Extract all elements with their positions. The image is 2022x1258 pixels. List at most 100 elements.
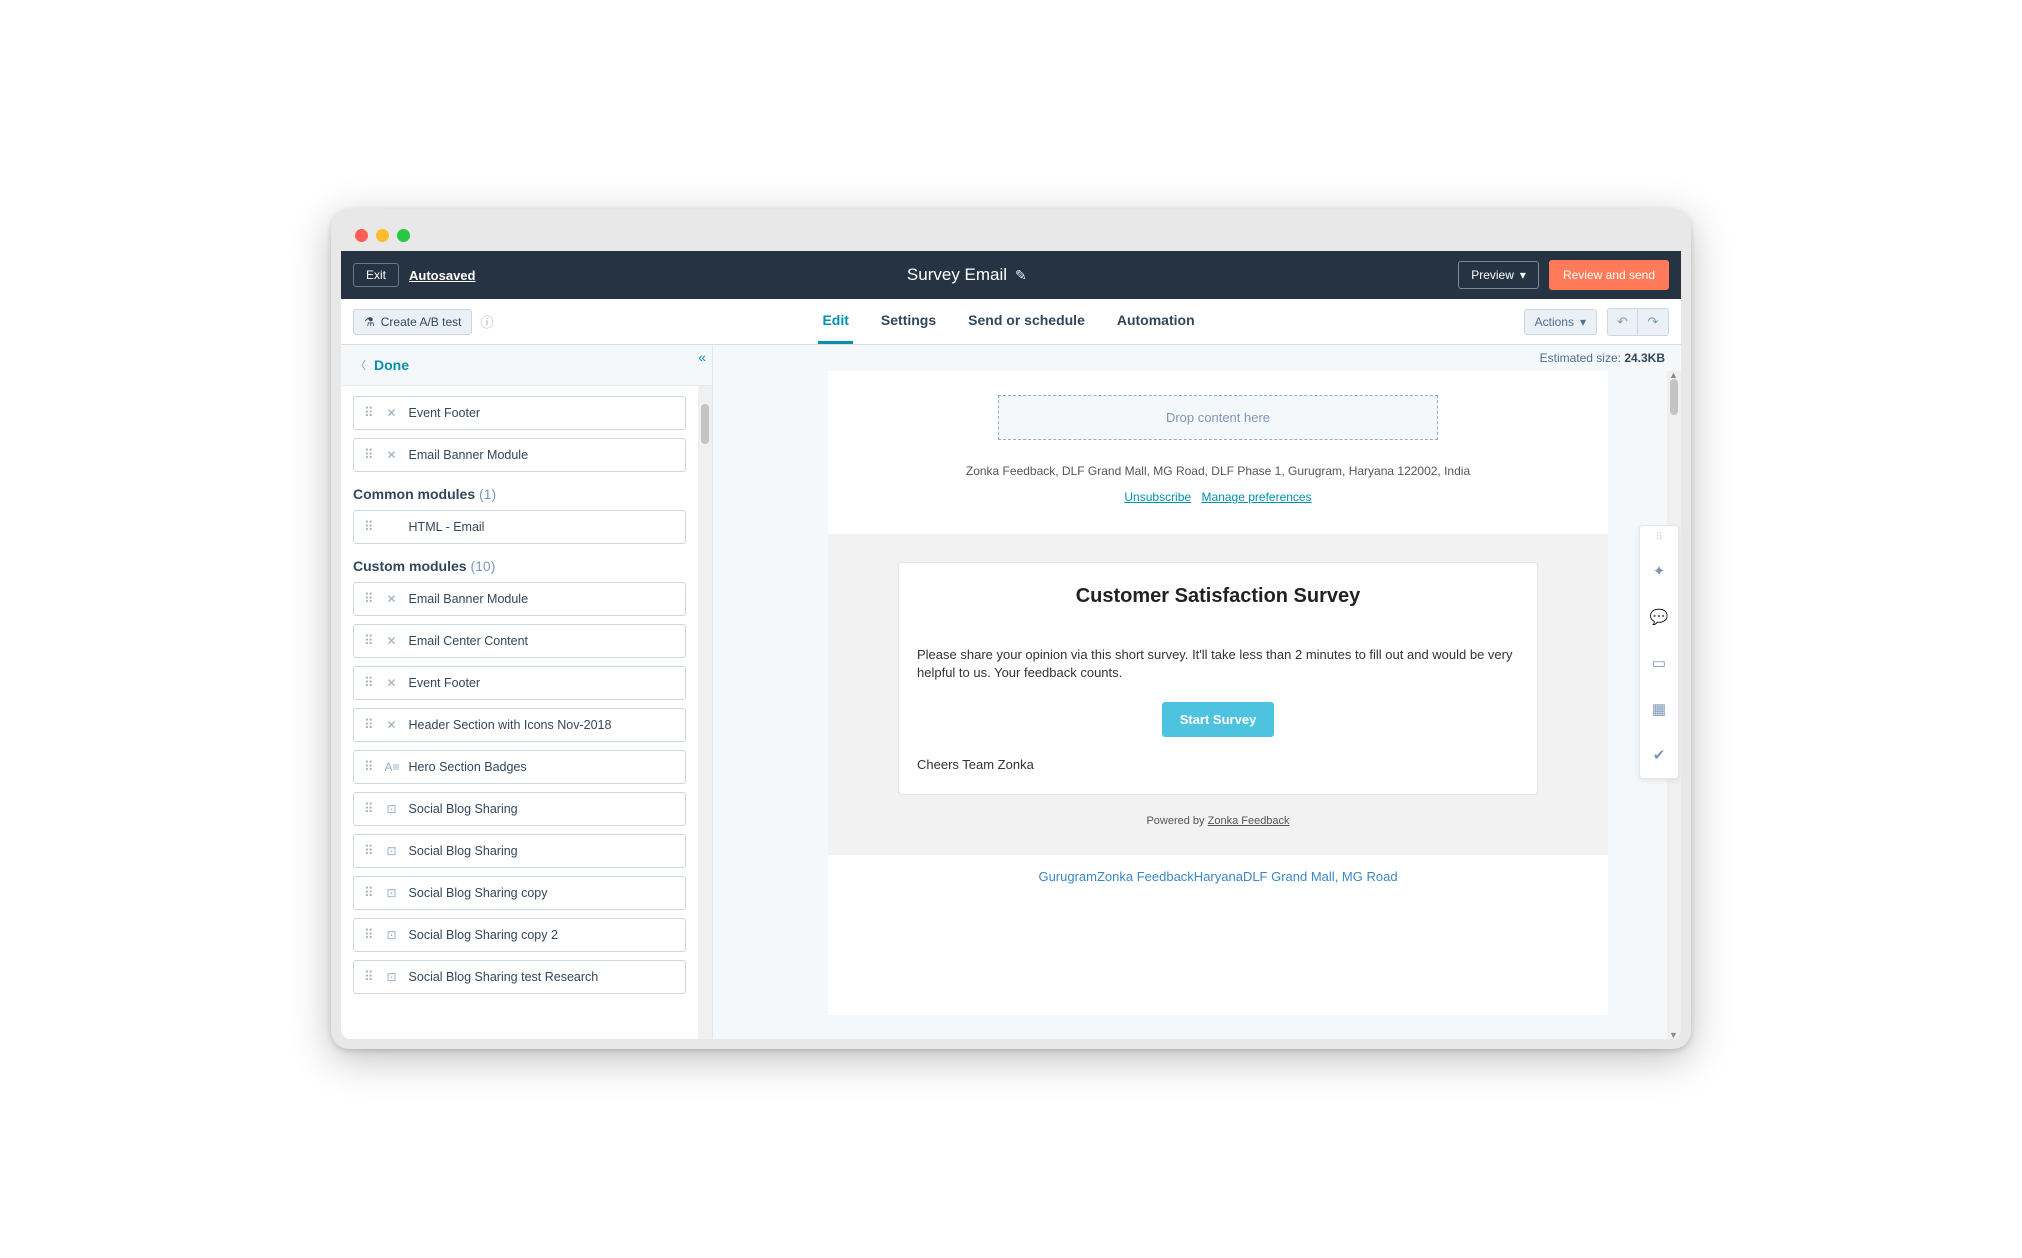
drag-handle-icon[interactable]: ⠿ bbox=[364, 451, 375, 459]
edit-title-icon[interactable]: ✎ bbox=[1015, 267, 1027, 284]
editor-tabs: Edit Settings Send or schedule Automatio… bbox=[494, 299, 1524, 344]
chevron-down-icon: ▾ bbox=[1520, 268, 1526, 282]
drag-handle-icon[interactable]: ⠿ bbox=[364, 679, 375, 687]
module-item[interactable]: ⠿ ✕ Event Footer bbox=[353, 396, 686, 430]
common-modules-count: (1) bbox=[479, 486, 496, 502]
right-tool-rail: ⠿ ✦ 💬 ▭ ▦ ✔ bbox=[1639, 525, 1679, 779]
custom-modules-count: (10) bbox=[470, 558, 495, 574]
body: « 〈 Done ⠿ ✕ Event Footer ⠿ ✕ Email Banner Mo… bbox=[341, 345, 1681, 1039]
survey-signoff: Cheers Team Zonka bbox=[917, 757, 1519, 772]
mac-close-dot[interactable] bbox=[355, 229, 368, 242]
rail-grip-icon[interactable]: ⠿ bbox=[1655, 526, 1662, 548]
drop-zone[interactable]: Drop content here bbox=[998, 395, 1438, 440]
module-item[interactable]: ⠿⊡Social Blog Sharing copy 2 bbox=[353, 918, 686, 952]
module-label: Email Banner Module bbox=[409, 448, 529, 462]
drag-handle-icon[interactable]: ⠿ bbox=[364, 637, 375, 645]
rail-calendar-icon[interactable]: ▦ bbox=[1640, 686, 1678, 732]
tab-automation[interactable]: Automation bbox=[1113, 299, 1199, 344]
rail-chat-icon[interactable]: 💬 bbox=[1640, 594, 1678, 640]
drag-handle-icon[interactable]: ⠿ bbox=[364, 847, 375, 855]
module-item[interactable]: ⠿⊡Social Blog Sharing copy bbox=[353, 876, 686, 910]
estimated-size: Estimated size: 24.3KB bbox=[713, 345, 1681, 371]
drag-handle-icon[interactable]: ⠿ bbox=[364, 931, 375, 939]
module-item[interactable]: ⠿HTML - Email bbox=[353, 510, 686, 544]
common-modules-heading: Common modules (1) bbox=[353, 486, 686, 502]
tab-send-schedule[interactable]: Send or schedule bbox=[964, 299, 1089, 344]
powered-by-prefix: Powered by bbox=[1146, 815, 1207, 827]
manage-preferences-link[interactable]: Manage preferences bbox=[1202, 490, 1312, 504]
info-icon[interactable]: ⓘ bbox=[480, 312, 493, 331]
undo-button[interactable]: ↶ bbox=[1608, 309, 1638, 335]
rail-check-icon[interactable]: ✔ bbox=[1640, 732, 1678, 778]
scroll-down-arrow-icon[interactable]: ▼ bbox=[1669, 1030, 1678, 1039]
drag-handle-icon[interactable]: ⠿ bbox=[364, 973, 375, 981]
app: Exit Autosaved Survey Email ✎ Preview ▾ … bbox=[341, 251, 1681, 1039]
module-type-icon: ✕ bbox=[385, 634, 399, 648]
module-item[interactable]: ⠿ ⊡ Social Blog Sharing test Research bbox=[353, 960, 686, 994]
sidebar-scroll[interactable]: ⠿ ✕ Event Footer ⠿ ✕ Email Banner Module Comm… bbox=[341, 386, 698, 1039]
drag-handle-icon[interactable]: ⠿ bbox=[364, 805, 375, 813]
autosaved-label[interactable]: Autosaved bbox=[409, 268, 475, 283]
preview-button[interactable]: Preview ▾ bbox=[1458, 261, 1539, 289]
topbar-center: Survey Email ✎ bbox=[485, 265, 1448, 285]
module-item[interactable]: ⠿⊡Social Blog Sharing bbox=[353, 834, 686, 868]
module-label: Event Footer bbox=[409, 406, 481, 420]
sidebar-scroll-thumb[interactable] bbox=[701, 404, 709, 444]
rail-sparkle-icon[interactable]: ✦ bbox=[1640, 548, 1678, 594]
start-survey-button[interactable]: Start Survey bbox=[1162, 702, 1275, 737]
drag-handle-icon[interactable]: ⠿ bbox=[364, 523, 375, 531]
footer-address: Zonka Feedback, DLF Grand Mall, MG Road,… bbox=[828, 464, 1608, 478]
sidebar-scrollbar[interactable] bbox=[698, 386, 712, 1039]
common-modules-label: Common modules bbox=[353, 486, 475, 502]
module-item[interactable]: ⠿✕Event Footer bbox=[353, 666, 686, 700]
module-type-icon: ✕ bbox=[385, 406, 399, 420]
collapse-sidebar-icon[interactable]: « bbox=[698, 349, 706, 365]
module-label: Hero Section Badges bbox=[409, 760, 527, 774]
module-label: Email Center Content bbox=[409, 634, 529, 648]
est-size-value: 24.3KB bbox=[1624, 351, 1665, 365]
module-item[interactable]: ⠿✕Email Banner Module bbox=[353, 582, 686, 616]
drag-handle-icon[interactable]: ⠿ bbox=[364, 763, 375, 771]
review-send-button[interactable]: Review and send bbox=[1549, 260, 1669, 290]
module-type-icon: ✕ bbox=[385, 718, 399, 732]
mac-maximize-dot[interactable] bbox=[397, 229, 410, 242]
drag-handle-icon[interactable]: ⠿ bbox=[364, 889, 375, 897]
actions-dropdown[interactable]: Actions ▾ bbox=[1524, 309, 1597, 335]
module-type-icon: ⊡ bbox=[385, 970, 399, 984]
tab-settings[interactable]: Settings bbox=[877, 299, 940, 344]
module-type-icon: A≡ bbox=[385, 760, 399, 774]
powered-by-link[interactable]: Zonka Feedback bbox=[1208, 815, 1290, 827]
module-item[interactable]: ⠿✕Header Section with Icons Nov-2018 bbox=[353, 708, 686, 742]
actions-label: Actions bbox=[1535, 315, 1574, 329]
powered-by: Powered by Zonka Feedback bbox=[898, 815, 1538, 827]
flask-icon: ⚗ bbox=[364, 315, 375, 329]
ab-test-label: Create A/B test bbox=[381, 315, 462, 329]
rail-card-icon[interactable]: ▭ bbox=[1640, 640, 1678, 686]
module-item[interactable]: ⠿ ✕ Email Banner Module bbox=[353, 438, 686, 472]
mac-minimize-dot[interactable] bbox=[376, 229, 389, 242]
done-link[interactable]: Done bbox=[374, 357, 409, 373]
module-label: Social Blog Sharing test Research bbox=[409, 970, 599, 984]
canvas-scroll[interactable]: Drop content here Zonka Feedback, DLF Gr… bbox=[713, 371, 1667, 1039]
unsubscribe-link[interactable]: Unsubscribe bbox=[1124, 490, 1191, 504]
tab-edit[interactable]: Edit bbox=[818, 299, 852, 344]
module-item[interactable]: ⠿ A≡ Hero Section Badges bbox=[353, 750, 686, 784]
module-type-icon: ✕ bbox=[385, 448, 399, 462]
drag-handle-icon[interactable]: ⠿ bbox=[364, 595, 375, 603]
email-page: Drop content here Zonka Feedback, DLF Gr… bbox=[828, 371, 1608, 1015]
back-chevron-icon[interactable]: 〈 bbox=[355, 357, 366, 373]
preview-label: Preview bbox=[1471, 268, 1514, 282]
drag-handle-icon[interactable]: ⠿ bbox=[364, 409, 375, 417]
create-ab-test-button[interactable]: ⚗ Create A/B test bbox=[353, 309, 472, 335]
redo-button[interactable]: ↷ bbox=[1638, 309, 1668, 335]
module-item[interactable]: ⠿ ✕ Email Center Content bbox=[353, 624, 686, 658]
survey-body-text: Please share your opinion via this short… bbox=[917, 646, 1519, 682]
drag-handle-icon[interactable]: ⠿ bbox=[364, 721, 375, 729]
canvas-scroll-thumb[interactable] bbox=[1670, 379, 1678, 415]
est-size-label: Estimated size: bbox=[1540, 351, 1625, 365]
device-frame: Exit Autosaved Survey Email ✎ Preview ▾ … bbox=[331, 209, 1691, 1049]
topbar: Exit Autosaved Survey Email ✎ Preview ▾ … bbox=[341, 251, 1681, 299]
module-item[interactable]: ⠿⊡Social Blog Sharing bbox=[353, 792, 686, 826]
page-title: Survey Email bbox=[907, 265, 1007, 285]
exit-button[interactable]: Exit bbox=[353, 263, 399, 287]
